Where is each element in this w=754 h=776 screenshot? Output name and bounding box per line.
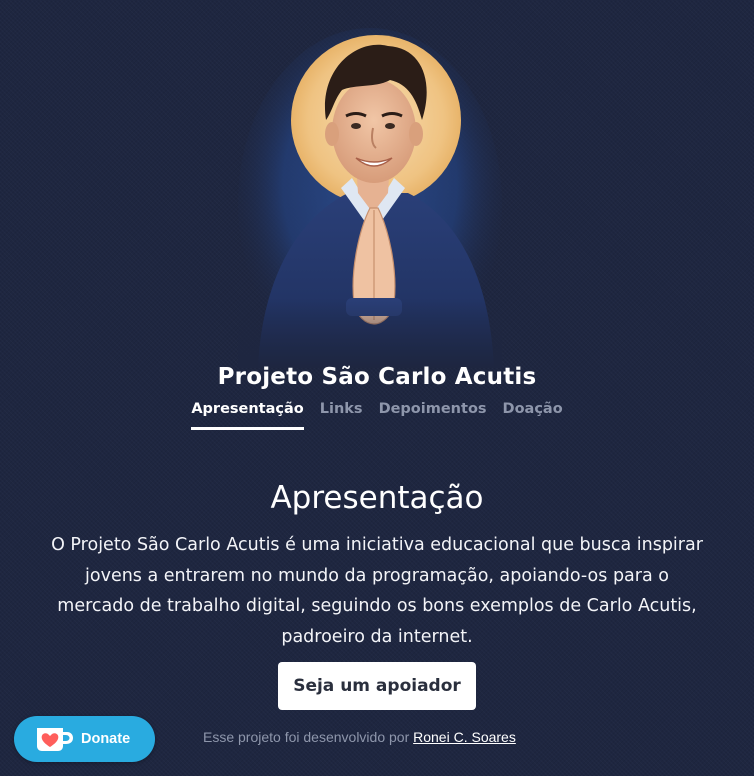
tab-doacao[interactable]: Doação <box>503 401 563 430</box>
tab-depoimentos[interactable]: Depoimentos <box>379 401 487 430</box>
author-link[interactable]: Ronei C. Soares <box>413 729 516 745</box>
tab-links[interactable]: Links <box>320 401 363 430</box>
site-title: Projeto São Carlo Acutis <box>217 364 537 390</box>
section-description: O Projeto São Carlo Acutis é uma iniciat… <box>51 535 703 647</box>
support-button-label: Seja um apoiador <box>293 676 461 696</box>
portrait-image <box>238 28 502 368</box>
donate-label: Donate <box>81 731 131 747</box>
main-nav: Apresentação Links Depoimentos Doação <box>0 401 754 430</box>
tab-apresentacao[interactable]: Apresentação <box>191 401 304 430</box>
section-heading: Apresentação <box>270 480 484 516</box>
footer-credit: Esse projeto foi desenvolvido por Ronei … <box>203 729 516 745</box>
donate-button[interactable]: Donate <box>14 716 155 762</box>
footer-text: Esse projeto foi desenvolvido por <box>203 729 410 745</box>
kofi-cup-heart-icon <box>37 728 73 751</box>
support-button[interactable]: Seja um apoiador <box>278 662 476 710</box>
